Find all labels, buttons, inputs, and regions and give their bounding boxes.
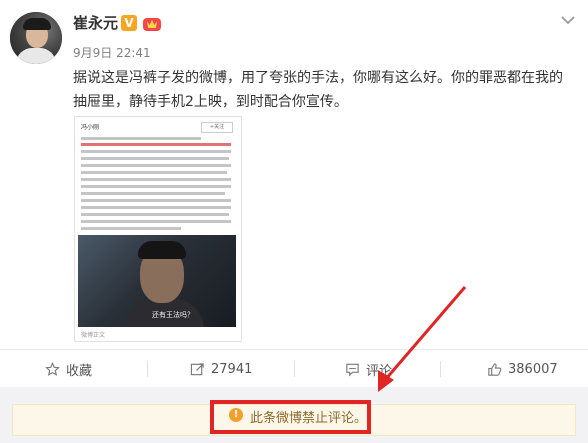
image-text-line <box>81 220 231 223</box>
image-text-line <box>81 206 231 209</box>
image-text-line <box>81 192 225 195</box>
like-count: 386007 <box>508 361 558 377</box>
image-text-line <box>81 171 227 174</box>
image-text-line <box>81 213 229 216</box>
image-text-line <box>81 143 231 146</box>
image-text-line <box>81 164 231 167</box>
repost-button[interactable]: 27941 <box>190 350 252 388</box>
like-button[interactable]: 386007 <box>487 350 558 388</box>
image-text-line <box>81 137 201 140</box>
avatar-hair <box>23 18 51 30</box>
movie-still-photo: 还有王法吗？ <box>78 235 236 327</box>
thumbs-up-icon <box>488 362 502 376</box>
comment-button[interactable]: 评论 <box>345 350 392 388</box>
post-image[interactable]: 冯小刚 +关注 还有王法吗？ 微博正文 <box>74 116 242 342</box>
image-text-line <box>81 199 231 202</box>
crown-member-icon <box>143 18 161 31</box>
repost-icon <box>190 362 204 375</box>
weibo-post-card: 崔永元 V 9月9日 22:41 据说这是冯裤子发的微博，用了夸张的手法，你哪有… <box>0 0 588 443</box>
image-text-line <box>81 178 231 181</box>
star-icon <box>45 361 60 376</box>
image-text-line <box>81 185 231 188</box>
action-bar: 收藏 27941 评论 386007 <box>0 349 588 388</box>
verified-badge-icon: V <box>121 15 137 31</box>
username[interactable]: 崔永元 <box>73 12 118 33</box>
divider <box>147 361 148 377</box>
divider <box>294 361 295 377</box>
favorite-button[interactable]: 收藏 <box>45 350 92 388</box>
avatar[interactable] <box>10 12 62 64</box>
image-caption: 微博正文 <box>81 332 106 339</box>
image-text-line <box>81 227 181 230</box>
image-text-line <box>81 157 229 160</box>
comment-label: 评论 <box>366 363 393 379</box>
image-author-name: 冯小刚 <box>81 124 100 131</box>
post-timestamp[interactable]: 9月9日 22:41 <box>73 44 151 61</box>
repost-count: 27941 <box>211 361 253 377</box>
image-text-line <box>81 150 231 153</box>
photo-subtitle: 还有王法吗？ <box>152 311 194 319</box>
chevron-down-icon[interactable] <box>558 12 578 28</box>
favorite-label: 收藏 <box>66 363 93 379</box>
post-text: 据说这是冯裤子发的微博，用了夸张的手法，你哪有这么好。你的罪恶都在我的抽屉里，静… <box>73 70 563 110</box>
comment-icon <box>346 363 359 376</box>
image-follow-button: +关注 <box>201 122 233 133</box>
annotation-highlight-box <box>210 400 371 434</box>
photo-hair <box>138 241 186 259</box>
divider <box>440 361 441 377</box>
